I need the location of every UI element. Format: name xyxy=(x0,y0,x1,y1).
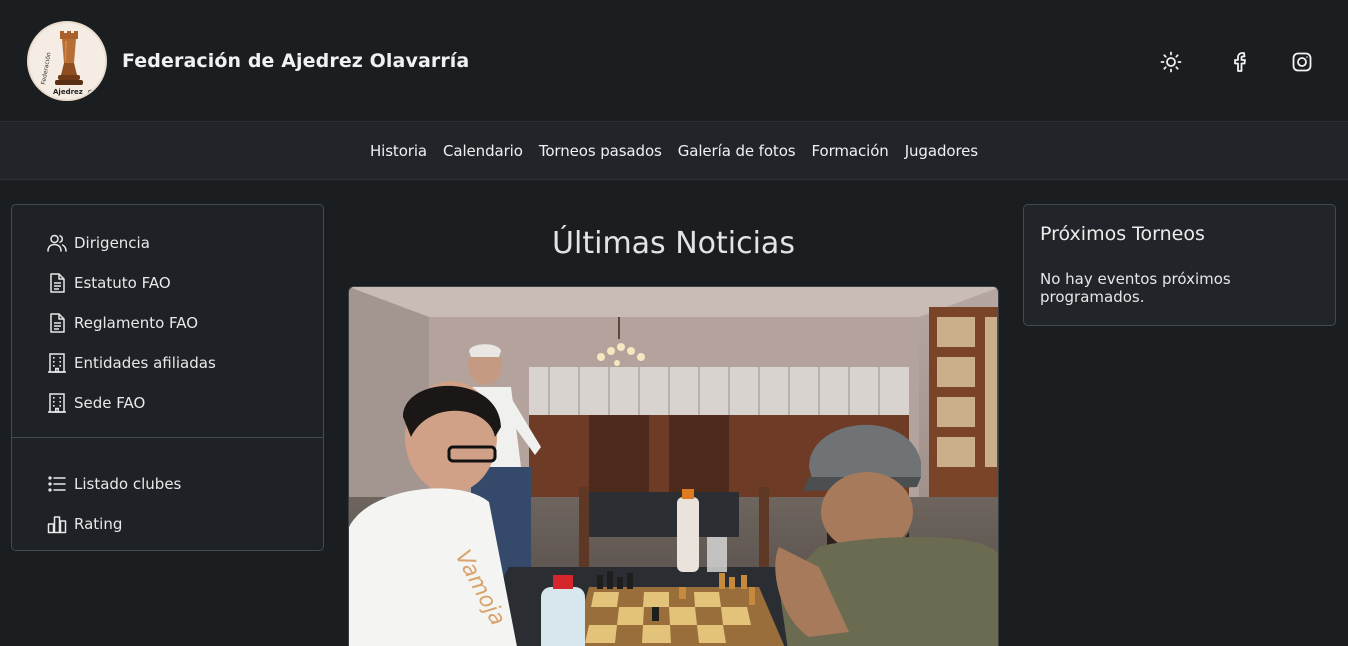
upcoming-tournaments-title: Próximos Torneos xyxy=(1040,223,1205,245)
sidebar-item-sede[interactable]: Sede FAO xyxy=(12,383,323,423)
document-icon xyxy=(46,272,68,294)
nav-calendario[interactable]: Calendario xyxy=(435,142,531,160)
building-icon xyxy=(46,392,68,414)
sidebar-group-clubs: Listado clubes Rating xyxy=(12,438,323,544)
federation-logo[interactable]: Federación Ajedrez Olavarría xyxy=(27,21,107,101)
header-actions xyxy=(1159,50,1314,74)
upcoming-tournaments-empty: No hay eventos próximos programados. xyxy=(1040,270,1231,306)
news-section: Últimas Noticias Vamoja xyxy=(348,204,999,646)
sidebar-item-label: Sede FAO xyxy=(74,394,146,412)
sidebar-item-label: Reglamento FAO xyxy=(74,314,199,332)
chess-rook-logo-image: Federación Ajedrez Olavarría xyxy=(31,25,107,101)
bar-chart-icon xyxy=(46,513,68,535)
sun-icon[interactable] xyxy=(1159,50,1183,74)
brand[interactable]: Federación Ajedrez Olavarría Federación … xyxy=(27,21,469,101)
sidebar-item-estatuto[interactable]: Estatuto FAO xyxy=(12,263,323,303)
news-photo[interactable]: Vamoja xyxy=(348,286,999,646)
sidebar-group-institutional: Dirigencia Estatuto FAO Reglamento FAO E… xyxy=(12,205,323,438)
main-content: Dirigencia Estatuto FAO Reglamento FAO E… xyxy=(0,180,1348,646)
main-nav: Historia Calendario Torneos pasados Gale… xyxy=(0,122,1348,180)
people-icon xyxy=(46,232,68,254)
sidebar-item-label: Entidades afiliadas xyxy=(74,354,216,372)
sidebar: Dirigencia Estatuto FAO Reglamento FAO E… xyxy=(11,204,324,551)
svg-text:Ajedrez: Ajedrez xyxy=(53,88,83,96)
sidebar-item-listado-clubes[interactable]: Listado clubes xyxy=(12,464,323,504)
sidebar-item-reglamento[interactable]: Reglamento FAO xyxy=(12,303,323,343)
sidebar-item-entidades-afiliadas[interactable]: Entidades afiliadas xyxy=(12,343,323,383)
facebook-icon[interactable] xyxy=(1229,50,1253,74)
nav-torneos-pasados[interactable]: Torneos pasados xyxy=(531,142,670,160)
site-header: Federación Ajedrez Olavarría Federación … xyxy=(0,0,1348,122)
sidebar-item-label: Listado clubes xyxy=(74,475,182,493)
instagram-icon[interactable] xyxy=(1290,50,1314,74)
site-title[interactable]: Federación de Ajedrez Olavarría xyxy=(122,50,469,72)
nav-historia[interactable]: Historia xyxy=(362,142,435,160)
document-icon xyxy=(46,312,68,334)
building-icon xyxy=(46,352,68,374)
sidebar-item-label: Estatuto FAO xyxy=(74,274,171,292)
upcoming-tournaments-card: Próximos Torneos No hay eventos próximos… xyxy=(1023,204,1336,326)
chess-match-photo: Vamoja xyxy=(349,287,998,646)
sidebar-item-rating[interactable]: Rating xyxy=(12,504,323,544)
nav-galeria-de-fotos[interactable]: Galería de fotos xyxy=(670,142,804,160)
list-icon xyxy=(46,473,68,495)
nav-jugadores[interactable]: Jugadores xyxy=(897,142,986,160)
svg-text:Olavarría: Olavarría xyxy=(85,88,107,101)
sidebar-item-dirigencia[interactable]: Dirigencia xyxy=(12,223,323,263)
sidebar-item-label: Dirigencia xyxy=(74,234,150,252)
sidebar-item-label: Rating xyxy=(74,515,123,533)
nav-formacion[interactable]: Formación xyxy=(804,142,897,160)
news-heading: Últimas Noticias xyxy=(552,226,795,261)
